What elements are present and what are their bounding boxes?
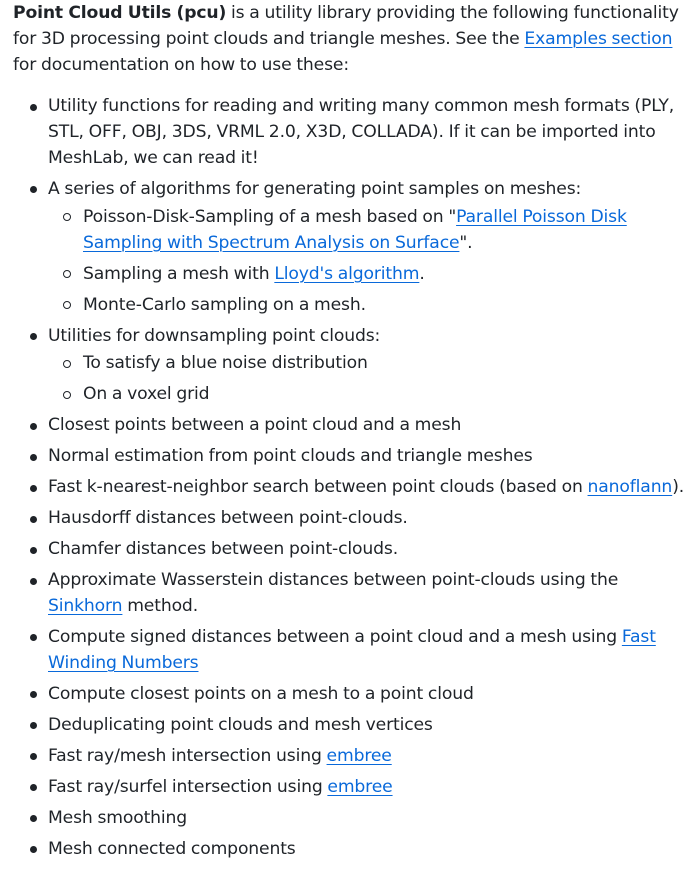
- lloyds-algorithm-link[interactable]: Lloyd's algorithm: [274, 264, 419, 284]
- list-item: Fast ray/mesh intersection using embree: [13, 744, 685, 770]
- intro-paragraph: Point Cloud Utils (pcu) is a utility lib…: [13, 1, 685, 78]
- sub-list-item: Monte-Carlo sampling on a mesh.: [48, 293, 685, 319]
- list-item: Fast k-nearest-neighbor search between p…: [13, 475, 685, 501]
- list-item: A series of algorithms for generating po…: [13, 177, 685, 318]
- list-item: Compute closest points on a mesh to a po…: [13, 682, 685, 708]
- sub-list-item: On a voxel grid: [48, 382, 685, 408]
- nanoflann-link[interactable]: nanoflann: [588, 477, 673, 497]
- sub-list: Poisson-Disk-Sampling of a mesh based on…: [48, 205, 685, 319]
- library-name: Point Cloud Utils (pcu): [13, 3, 227, 23]
- intro-text-end: for documentation on how to use these:: [13, 54, 349, 75]
- sinkhorn-link[interactable]: Sinkhorn: [48, 596, 123, 616]
- list-item: Utility functions for reading and writin…: [13, 94, 685, 171]
- list-item: Fast ray/surfel intersection using embre…: [13, 775, 685, 801]
- list-item: Approximate Wasserstein distances betwee…: [13, 568, 685, 620]
- sub-list-item: To satisfy a blue noise distribution: [48, 351, 685, 377]
- list-item: Deduplicating point clouds and mesh vert…: [13, 713, 685, 739]
- sub-list-item: Sampling a mesh with Lloyd's algorithm.: [48, 262, 685, 288]
- list-item: Hausdorff distances between point-clouds…: [13, 506, 685, 532]
- list-item: Compute signed distances between a point…: [13, 625, 685, 677]
- list-item: Closest points between a point cloud and…: [13, 413, 685, 439]
- list-item: Utilities for downsampling point clouds:…: [13, 324, 685, 409]
- sub-list-item: Poisson-Disk-Sampling of a mesh based on…: [48, 205, 685, 257]
- embree-link[interactable]: embree: [327, 746, 392, 766]
- sub-list: To satisfy a blue noise distribution On …: [48, 351, 685, 408]
- readme-content: Point Cloud Utils (pcu) is a utility lib…: [0, 0, 697, 862]
- feature-list: Utility functions for reading and writin…: [13, 94, 685, 862]
- list-item: Normal estimation from point clouds and …: [13, 444, 685, 470]
- embree-link[interactable]: embree: [327, 777, 392, 797]
- list-item: Chamfer distances between point-clouds.: [13, 537, 685, 563]
- examples-section-link[interactable]: Examples section: [524, 29, 672, 49]
- list-item: Mesh smoothing: [13, 806, 685, 832]
- list-item: Mesh connected components: [13, 837, 685, 863]
